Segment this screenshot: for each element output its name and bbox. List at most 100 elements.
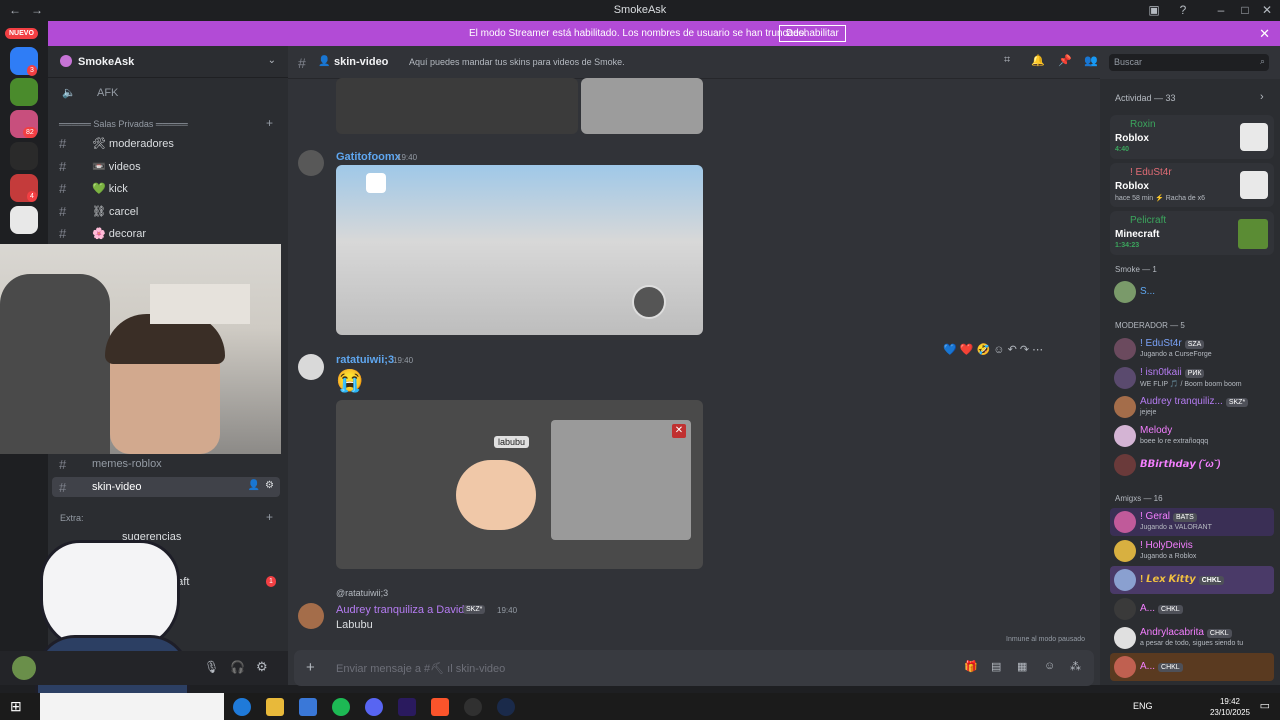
- gift-icon[interactable]: 🎁: [964, 660, 978, 673]
- avatar: [1114, 540, 1136, 562]
- language-indicator[interactable]: ENG: [1133, 701, 1153, 711]
- server-icon[interactable]: [10, 142, 38, 170]
- member-item[interactable]: A... CHKL: [1110, 595, 1274, 623]
- message-time: 19:40: [497, 606, 518, 615]
- discord-icon[interactable]: [365, 698, 383, 716]
- file-explorer-icon[interactable]: [266, 698, 284, 716]
- category-salas-privadas[interactable]: ═════ Salas Privadas ═════: [59, 119, 188, 129]
- member-item[interactable]: Audrey tranquiliz... SKZ* jejeje: [1110, 393, 1274, 421]
- disable-streamer-button[interactable]: Deshabilitar: [779, 25, 846, 42]
- message-author[interactable]: ratatuiwii;3: [336, 354, 394, 366]
- channel-decorar[interactable]: # 🌸 decorar: [52, 223, 280, 243]
- member-item[interactable]: ! 𝙇𝙚𝙭 𝙆𝙞𝙩𝙩𝙮 CHKL: [1110, 566, 1274, 594]
- red-heart-reaction[interactable]: ❤️: [960, 344, 974, 356]
- message-input[interactable]: Enviar mensaje a #⛏ ıl skin-video: [336, 662, 505, 675]
- roblox-inventory-screenshot[interactable]: labubu ✕: [336, 400, 703, 569]
- activity-card[interactable]: ! EduSt4r Roblox hace 58 min ⚡ Racha de …: [1110, 163, 1274, 207]
- avatar[interactable]: [298, 354, 324, 380]
- reply-reference[interactable]: @ratatuiwii;3: [336, 588, 388, 598]
- taskbar-search-box[interactable]: [40, 693, 224, 720]
- headphones-icon[interactable]: 🎧: [230, 660, 245, 674]
- roblox-icon: [1240, 123, 1268, 151]
- blue-heart-reaction[interactable]: 💙: [943, 344, 957, 356]
- channel-name: skin-video: [92, 481, 142, 493]
- microphone-icon[interactable]: 🎙: [204, 660, 219, 674]
- activity-card[interactable]: Roxin Roblox 4:40: [1110, 115, 1274, 159]
- member-item[interactable]: ! HolyDeivis Jugando a Roblox: [1110, 537, 1274, 565]
- channel-kick[interactable]: # 💚 kick: [52, 178, 280, 198]
- channel-name: memes-roblox: [92, 458, 162, 470]
- apps-icon[interactable]: ⁂: [1070, 660, 1081, 673]
- member-item[interactable]: Melody boee lo re extrañoqqq: [1110, 422, 1274, 450]
- voice-channel-afk[interactable]: 🔈 AFK: [52, 83, 280, 103]
- close-icon[interactable]: ✕: [1259, 26, 1270, 42]
- message-author[interactable]: Audrey tranquiliza a David: [336, 604, 464, 616]
- member-item[interactable]: 𝘽𝘽𝙞𝙧𝙩𝙝𝙙𝙖𝙮 (˘ω˘): [1110, 451, 1274, 479]
- add-reaction-icon[interactable]: ☺: [993, 344, 1004, 356]
- notification-icon[interactable]: ▭: [1260, 699, 1270, 712]
- gear-icon[interactable]: ⚙: [256, 659, 268, 675]
- avatar[interactable]: [298, 150, 324, 176]
- channel-skin-video[interactable]: # skin-video 👤 ⚙: [52, 477, 280, 497]
- maximize-button[interactable]: □: [1236, 2, 1254, 18]
- member-item[interactable]: S...: [1110, 278, 1274, 306]
- bell-icon[interactable]: 🔔: [1031, 54, 1045, 67]
- members-icon[interactable]: 👥: [1084, 54, 1098, 67]
- pin-icon[interactable]: 📌: [1058, 54, 1072, 67]
- message-composer[interactable]: + Enviar mensaje a #⛏ ıl skin-video 🎁 ▤ …: [294, 650, 1094, 686]
- channel-videos[interactable]: # 📼 videos: [52, 156, 280, 176]
- chevron-right-icon[interactable]: ›: [1260, 91, 1264, 103]
- gear-icon[interactable]: ⚙: [265, 480, 274, 491]
- roblox-screenshot[interactable]: [336, 165, 703, 335]
- avatar[interactable]: [298, 603, 324, 629]
- search-input[interactable]: Buscar ⌕: [1109, 54, 1269, 71]
- sticker-icon[interactable]: ▦: [1017, 660, 1027, 673]
- laugh-reaction[interactable]: 🤣: [977, 344, 991, 356]
- add-channel-icon[interactable]: +: [266, 116, 273, 130]
- channel-name: AFK: [97, 87, 119, 99]
- threads-icon[interactable]: ⌗: [1004, 54, 1010, 67]
- chat-area: # 👤 skin-video Aquí puedes mandar tus sk…: [288, 46, 1100, 686]
- reply-icon[interactable]: ↶: [1008, 344, 1017, 356]
- activity-card[interactable]: Pelicraft Minecraft 1:34:23: [1110, 211, 1274, 255]
- edge-icon[interactable]: [233, 698, 251, 716]
- avatar: [1114, 511, 1136, 533]
- channel-memes-roblox[interactable]: # memes-roblox: [52, 454, 280, 474]
- brave-icon[interactable]: [431, 698, 449, 716]
- server-header[interactable]: SmokeAsk ⌄: [48, 46, 288, 78]
- member-item[interactable]: ! EduSt4r SZA Jugando a CurseForge: [1110, 335, 1274, 363]
- invite-icon[interactable]: 👤: [248, 480, 260, 491]
- avatar[interactable]: [12, 656, 36, 680]
- chevron-down-icon[interactable]: ⌄: [268, 55, 276, 66]
- add-attachment-icon[interactable]: +: [306, 659, 315, 676]
- server-icon[interactable]: [10, 78, 38, 106]
- add-channel-icon[interactable]: +: [266, 510, 273, 524]
- premiere-icon[interactable]: [398, 698, 416, 716]
- minimize-button[interactable]: –: [1212, 2, 1230, 18]
- help-icon[interactable]: ?: [1174, 2, 1192, 18]
- message-image[interactable]: [581, 78, 703, 134]
- activity-detail: hace 58 min ⚡ Racha de x6: [1115, 195, 1206, 202]
- windows-start-icon[interactable]: ⊞: [10, 698, 22, 715]
- member-item[interactable]: Andrylacabrita CHKL a pesar de todo, sigue…: [1110, 624, 1274, 652]
- more-icon[interactable]: ⋯: [1032, 344, 1043, 356]
- roblox-icon: [366, 173, 386, 193]
- spotify-icon[interactable]: [332, 698, 350, 716]
- store-icon[interactable]: [299, 698, 317, 716]
- close-window-button[interactable]: ✕: [1258, 2, 1276, 18]
- category-extra[interactable]: Extra:: [60, 513, 84, 523]
- message-image[interactable]: [336, 78, 578, 134]
- gif-icon[interactable]: ▤: [991, 660, 1001, 673]
- channel-carcel[interactable]: # ⛓ carcel: [52, 201, 280, 221]
- member-item[interactable]: A... CHKL: [1110, 653, 1274, 681]
- channel-moderadores[interactable]: # 🛠 moderadores: [52, 133, 280, 153]
- forward-icon[interactable]: ↷: [1020, 344, 1029, 356]
- obs-icon[interactable]: [464, 698, 482, 716]
- inbox-icon[interactable]: ▣: [1145, 2, 1163, 18]
- message-author[interactable]: Gatitofoomx: [336, 151, 401, 163]
- app-icon[interactable]: [497, 698, 515, 716]
- member-item[interactable]: ! Geral BATS Jugando a VALORANT: [1110, 508, 1274, 536]
- member-item[interactable]: ! isn0tkaii РИК WE FLIP 🎵 / Boom boom boom: [1110, 364, 1274, 392]
- emoji-icon[interactable]: ☺: [1044, 660, 1055, 672]
- server-icon[interactable]: [10, 206, 38, 234]
